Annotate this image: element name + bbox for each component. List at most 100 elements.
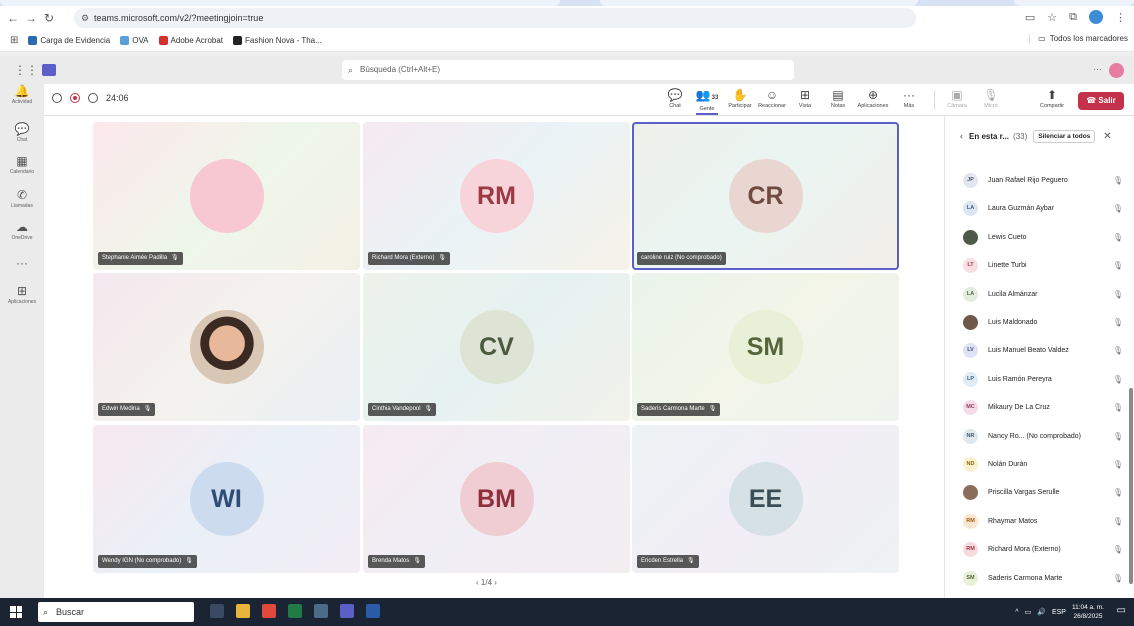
chevron-left-icon[interactable]: ‹ bbox=[476, 578, 479, 587]
mic-off-icon[interactable]: 🎙 bbox=[1113, 176, 1123, 185]
more-options-icon[interactable]: ··· bbox=[1093, 64, 1102, 74]
task-view-icon[interactable] bbox=[210, 604, 224, 618]
chat-tool[interactable]: 💬 Chat bbox=[658, 87, 692, 109]
rail-llamadas[interactable]: ✆ Llamadas bbox=[0, 188, 44, 209]
rail-calendario[interactable]: ▦ Calendario bbox=[0, 154, 44, 175]
participant-tile[interactable]: EE Ericden Estrella 🎙 bbox=[632, 425, 899, 573]
participant-row[interactable]: SM Saderis Carmona Marte 🎙 bbox=[945, 569, 1123, 589]
notifications-icon[interactable]: ▭ bbox=[1117, 605, 1126, 616]
participant-row[interactable]: Lewis Cueto 🎙 bbox=[945, 228, 1123, 248]
language-indicator[interactable]: ESP bbox=[1052, 609, 1066, 616]
participant-row[interactable]: LV Luis Manuel Beato Valdez 🎙 bbox=[945, 341, 1123, 361]
mic-off-icon[interactable]: 🎙 bbox=[1113, 375, 1123, 384]
teams-search-input[interactable]: ⌕ Búsqueda (Ctrl+Alt+E) bbox=[342, 60, 794, 80]
participant-row[interactable]: ND Nolán Durán 🎙 bbox=[945, 455, 1123, 475]
user-avatar[interactable] bbox=[1109, 63, 1124, 78]
mic-tool[interactable]: 🎙 Micró bbox=[976, 87, 1006, 109]
mic-off-icon[interactable]: 🎙 bbox=[1113, 204, 1123, 213]
participant-tile[interactable]: CV Cinthia Vandepool 🎙 bbox=[363, 273, 630, 421]
kebab-menu-icon[interactable]: ⋮ bbox=[1115, 11, 1126, 24]
participant-row[interactable]: LP Luis Ramón Pereyra 🎙 bbox=[945, 370, 1123, 390]
mic-off-icon[interactable]: 🎙 bbox=[1113, 261, 1123, 270]
view-tool[interactable]: ⊞ Vista bbox=[788, 87, 822, 109]
leave-button[interactable]: ☎ Salir bbox=[1078, 92, 1124, 110]
excel-icon[interactable] bbox=[288, 604, 302, 618]
camera-tool[interactable]: ▣ Cámara bbox=[942, 87, 972, 109]
clock[interactable]: 11:04 a. m. 26/8/2025 bbox=[1072, 603, 1104, 621]
participant-row[interactable]: Priscilla Vargas Serulle 🎙 bbox=[945, 483, 1123, 503]
participant-tile[interactable]: RM Richard Mora (Externo) 🎙 bbox=[363, 122, 630, 270]
network-icon[interactable]: ▭ bbox=[1025, 608, 1032, 616]
all-bookmarks[interactable]: ▭ Todos los marcadores bbox=[1029, 34, 1128, 43]
participant-row[interactable]: JP Juan Rafael Rijo Peguero 🎙 bbox=[945, 171, 1123, 191]
bookmark-item[interactable]: Adobe Acrobat bbox=[158, 36, 223, 45]
extensions-icon[interactable]: ⧉ bbox=[1069, 11, 1077, 24]
cast-icon[interactable]: ▭ bbox=[1025, 11, 1035, 24]
star-icon[interactable]: ☆ bbox=[1047, 11, 1057, 24]
notes-tool[interactable]: ▤ Notas bbox=[821, 87, 855, 109]
mic-off-icon[interactable]: 🎙 bbox=[1113, 403, 1123, 412]
mic-off-icon[interactable]: 🎙 bbox=[1113, 290, 1123, 299]
scrollbar-thumb[interactable] bbox=[1129, 388, 1133, 584]
bookmark-item[interactable]: Fashion Nova - Tha... bbox=[233, 36, 322, 45]
participant-tile[interactable]: CR caroline ruiz (No comprobado) bbox=[632, 122, 899, 270]
windows-start-icon[interactable] bbox=[10, 606, 22, 618]
share-tool[interactable]: ⬆ Compartir bbox=[1032, 87, 1072, 109]
mic-off-icon[interactable]: 🎙 bbox=[1113, 488, 1123, 497]
react-tool[interactable]: ☺ Reaccionar bbox=[755, 87, 789, 109]
participant-row[interactable]: Luis Maldonado 🎙 bbox=[945, 313, 1123, 333]
chevron-up-icon[interactable]: ^ bbox=[1015, 609, 1018, 616]
scrollbar[interactable] bbox=[1128, 156, 1134, 596]
mic-off-icon[interactable]: 🎙 bbox=[1113, 517, 1123, 526]
shield-icon[interactable] bbox=[52, 93, 62, 103]
taskbar-search-input[interactable]: ⌕ Buscar bbox=[38, 602, 194, 622]
teams-icon[interactable] bbox=[340, 604, 354, 618]
participant-tile[interactable]: WI Wendy IGN (No comprobado) 🎙 bbox=[93, 425, 360, 573]
close-icon[interactable]: ✕ bbox=[1103, 131, 1111, 142]
mic-off-icon[interactable]: 🎙 bbox=[1113, 432, 1123, 441]
mic-off-icon[interactable]: 🎙 bbox=[1113, 574, 1123, 583]
chrome-icon[interactable] bbox=[262, 604, 276, 618]
recording-icon[interactable] bbox=[70, 93, 80, 103]
participant-row[interactable]: LT Linette Turbi 🎙 bbox=[945, 256, 1123, 276]
bookmark-item[interactable]: Carga de Evidencia bbox=[28, 36, 110, 45]
profile-avatar[interactable] bbox=[1089, 10, 1103, 24]
pager[interactable]: ‹ 1/4 › bbox=[476, 578, 497, 587]
calculator-icon[interactable] bbox=[314, 604, 328, 618]
mute-all-button[interactable]: Silenciar a todos bbox=[1033, 129, 1096, 143]
mic-off-icon[interactable]: 🎙 bbox=[1113, 346, 1123, 355]
participant-row[interactable]: NR Nancy Ro... (No comprobado) 🎙 bbox=[945, 427, 1123, 447]
site-settings-icon[interactable]: ⚙ bbox=[81, 8, 89, 28]
mic-off-icon[interactable]: 🎙 bbox=[1113, 318, 1123, 327]
raise-hand-tool[interactable]: ✋ Participar bbox=[723, 87, 757, 109]
mic-off-icon[interactable]: 🎙 bbox=[1113, 460, 1123, 469]
rail-aplicaciones[interactable]: ⊞ Aplicaciones bbox=[0, 284, 44, 305]
info-icon[interactable] bbox=[88, 93, 98, 103]
participant-tile[interactable]: Edwin Medina 🎙 bbox=[93, 273, 360, 421]
back-arrow-icon[interactable]: ← bbox=[4, 11, 22, 25]
rail-actividad[interactable]: 🔔 Actividad bbox=[0, 84, 44, 105]
forward-arrow-icon[interactable]: → bbox=[22, 11, 40, 25]
mic-off-icon[interactable]: 🎙 bbox=[1113, 233, 1123, 242]
chevron-right-icon[interactable]: › bbox=[494, 578, 497, 587]
apps-grid-icon[interactable]: ⊞ bbox=[10, 35, 18, 46]
participant-row[interactable]: RM Richard Mora (Externo) 🎙 bbox=[945, 540, 1123, 560]
participant-tile[interactable]: Stephanie Aimée Padilla 🎙 bbox=[93, 122, 360, 270]
rail-onedrive[interactable]: ☁ OneDrive bbox=[0, 220, 44, 241]
more-tool[interactable]: ··· Más bbox=[892, 87, 926, 109]
participant-row[interactable]: MC Mikaury De La Cruz 🎙 bbox=[945, 398, 1123, 418]
rail-chat[interactable]: 💬 Chat bbox=[0, 122, 44, 143]
bookmark-item[interactable]: OVA bbox=[120, 36, 149, 45]
address-bar[interactable]: ⚙ teams.microsoft.com/v2/?meetingjoin=tr… bbox=[74, 8, 916, 28]
word-icon[interactable] bbox=[366, 604, 380, 618]
reload-icon[interactable]: ↻ bbox=[40, 11, 58, 25]
file-explorer-icon[interactable] bbox=[236, 604, 250, 618]
volume-icon[interactable]: 🔊 bbox=[1037, 608, 1046, 616]
participant-row[interactable]: RM Rhaymar Matos 🎙 bbox=[945, 512, 1123, 532]
chevron-left-icon[interactable]: ‹ bbox=[960, 131, 963, 141]
rail-more[interactable]: ··· bbox=[0, 256, 44, 271]
participant-tile[interactable]: SM Saderis Carmona Marte 🎙 bbox=[632, 273, 899, 421]
people-tool[interactable]: 👥33 Gente bbox=[690, 87, 724, 115]
mic-off-icon[interactable]: 🎙 bbox=[1113, 545, 1123, 554]
apps-tool[interactable]: ⊕ Aplicaciones bbox=[856, 87, 890, 109]
